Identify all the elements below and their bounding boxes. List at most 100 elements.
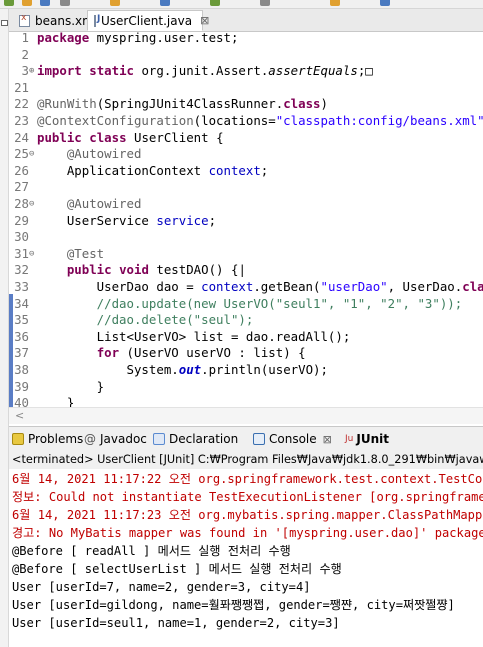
toolbar-icon[interactable] [330, 0, 340, 6]
close-tab-icon[interactable]: ⊠ [200, 14, 209, 27]
tab-javadoc[interactable]: @ Javadoc [84, 430, 147, 448]
code-line[interactable]: 22 @RunWith(SpringJUnit4ClassRunner.class… [9, 96, 483, 113]
fold-toggle-icon[interactable]: ⊖ [29, 196, 37, 213]
toolbar-icon[interactable] [210, 0, 220, 6]
junit-icon: Ju [345, 434, 354, 444]
code-line[interactable]: 39 } [9, 379, 483, 396]
code-token: //dao.delete("seul"); [37, 312, 254, 328]
code-line[interactable]: 1 package myspring.user.test; [9, 32, 483, 47]
tab-declaration[interactable]: Declaration [153, 430, 238, 448]
fold-toggle-icon[interactable]: ⊖ [29, 146, 37, 163]
line-number: 39 [14, 378, 29, 394]
declaration-icon [153, 433, 165, 445]
code-line[interactable]: 29 UserService service; [9, 213, 483, 230]
code-text: @Autowired [37, 196, 142, 213]
code-line[interactable]: 35 //dao.delete("seul"); [9, 312, 483, 329]
code-line[interactable]: 31 ⊖ @Test [9, 246, 483, 263]
toolbar-icon[interactable] [110, 0, 120, 6]
code-line[interactable]: 37 for (UserVO userVO : list) { [9, 345, 483, 362]
line-number: 3 [21, 63, 29, 79]
code-line[interactable]: 26 ApplicationContext context; [9, 163, 483, 180]
console-line: 6월 14, 2021 11:17:23 오전 org.mybatis.spri… [12, 508, 483, 522]
code-token: assertEquals [268, 63, 358, 79]
code-line[interactable]: 33 UserDao dao = context.getBean("userDa… [9, 279, 483, 296]
code-token: ;□ [357, 63, 373, 79]
horizontal-scrollbar[interactable]: < [9, 407, 483, 424]
line-number: 38 [14, 362, 29, 377]
code-text: //dao.update(new UserVO("seul1", "1", "2… [37, 296, 463, 313]
code-line[interactable]: 25 ⊖ @Autowired [9, 146, 483, 163]
tab-label: JUnit [356, 432, 389, 446]
line-number: 28 [14, 196, 29, 211]
scroll-left-arrow-icon[interactable]: < [15, 409, 24, 422]
code-token: org.junit.Assert. [134, 63, 269, 79]
line-number: 21 [14, 79, 29, 95]
line-number: 31 [14, 245, 29, 261]
tab-console[interactable]: Console ⊠ [253, 430, 332, 448]
console-icon [253, 433, 265, 445]
toolbar-icon[interactable] [4, 0, 14, 6]
toolbar-icon[interactable] [22, 0, 32, 6]
code-token: "classpath:config/beans.xml" [275, 113, 483, 128]
code-token: static [89, 63, 134, 79]
tab-userclient-java[interactable]: UserClient.java ⊠ [87, 10, 209, 31]
toolbar-icon[interactable] [160, 0, 170, 6]
code-line[interactable]: 40 } [9, 395, 483, 407]
toolbar-icon[interactable] [60, 0, 70, 6]
fold-toggle-icon[interactable]: ⊖ [29, 246, 37, 263]
code-token: ; [260, 162, 269, 178]
bottom-panel-tab-bar: Problems @ Javadoc Declaration Console ⊠… [9, 426, 483, 452]
problems-icon [12, 433, 24, 445]
tab-problems[interactable]: Problems [12, 430, 83, 448]
console-output[interactable]: 6월 14, 2021 11:17:22 오전 org.springframew… [9, 469, 483, 647]
code-line[interactable]: 36 List<UserVO> list = dao.readAll(); [9, 329, 483, 346]
code-line[interactable]: 34 //dao.update(new UserVO("seul1", "1",… [9, 296, 483, 313]
code-text: UserService service; [37, 213, 216, 230]
toolbar-icon[interactable] [260, 0, 270, 6]
code-token: ApplicationContext [37, 162, 209, 178]
code-line[interactable]: 32 public void testDAO() {| [9, 262, 483, 279]
fold-toggle-icon[interactable]: ⊕ [29, 63, 37, 80]
code-token: System. [37, 362, 179, 377]
minimize-icon[interactable] [1, 20, 8, 26]
code-token: @Test [66, 245, 105, 261]
code-token: package [37, 32, 90, 45]
code-line[interactable]: 21 [9, 80, 483, 97]
code-text: @Autowired [37, 146, 142, 163]
line-number: 1 [21, 32, 29, 45]
code-token: class [283, 96, 321, 112]
console-line: 정보: Could not instantiate TestExecutionL… [12, 490, 483, 504]
code-token: .getBean( [253, 279, 321, 294]
toolbar-icon[interactable] [380, 0, 390, 6]
line-number: 37 [14, 345, 29, 361]
console-line: User [userId=7, name=2, gender=3, city=4… [12, 580, 311, 594]
code-line[interactable]: 28 ⊖ @Autowired [9, 196, 483, 213]
code-text: UserDao dao = context.getBean("userDao",… [37, 279, 483, 296]
code-token: UserClient { [126, 129, 224, 145]
code-token: UserService [37, 212, 157, 228]
line-number: 30 [14, 229, 29, 245]
code-line[interactable]: 30 [9, 229, 483, 246]
code-line[interactable]: 2 [9, 47, 483, 64]
code-line[interactable]: 38 System.out.println(userVO); [9, 362, 483, 379]
close-console-icon[interactable]: ⊠ [323, 433, 332, 446]
code-text: List<UserVO> list = dao.readAll(); [37, 329, 351, 346]
code-text: ApplicationContext context; [37, 163, 268, 180]
line-number: 26 [14, 162, 29, 178]
code-line[interactable]: 23 @ContextConfiguration(locations="class… [9, 113, 483, 130]
tab-label: Console [269, 432, 317, 446]
code-text: @ContextConfiguration(locations="classpa… [37, 113, 483, 130]
toolbar-icon[interactable] [40, 0, 50, 6]
tab-junit[interactable]: Ju JUnit [345, 430, 389, 448]
code-line[interactable]: 24 public class UserClient { [9, 130, 483, 147]
code-line[interactable]: 27 [9, 179, 483, 196]
console-line: @Before [ selectUserList ] 메서드 실행 전처리 수행 [12, 562, 342, 576]
code-editor[interactable]: 1 package myspring.user.test; 2 3 ⊕ import st… [9, 32, 483, 407]
code-token: @Autowired [66, 196, 142, 211]
code-line[interactable]: 3 ⊕ import static org.junit.Assert.assertE… [9, 63, 483, 80]
code-token: UserDao dao = [37, 279, 202, 294]
tab-label: Problems [28, 432, 84, 446]
